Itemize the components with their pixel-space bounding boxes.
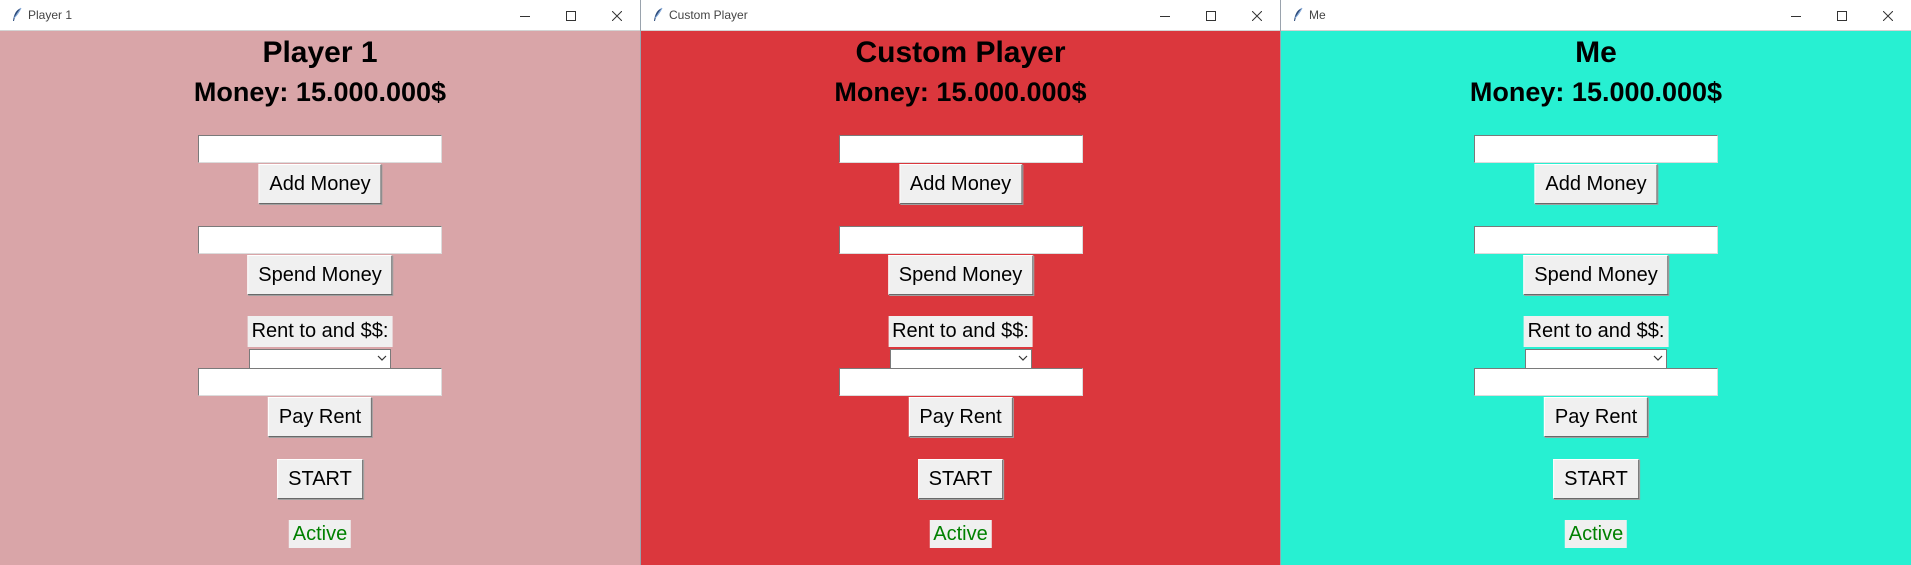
spend-money-input[interactable] bbox=[198, 226, 442, 254]
minimize-button[interactable] bbox=[1142, 0, 1188, 31]
chevron-down-icon bbox=[377, 355, 387, 361]
minimize-icon bbox=[520, 15, 530, 17]
window-content: Me Money: 15.000.000$ Add Money Spend Mo… bbox=[1281, 31, 1911, 565]
feather-icon bbox=[13, 7, 22, 21]
minimize-icon bbox=[1791, 15, 1801, 17]
add-money-button[interactable]: Add Money bbox=[1534, 164, 1658, 204]
player-window: Player 1 Player 1 Money: 15.000.000$ Add… bbox=[0, 0, 640, 565]
rent-amount-input[interactable] bbox=[838, 368, 1083, 396]
status-label: Active bbox=[288, 520, 352, 548]
status-label: Active bbox=[1564, 520, 1628, 548]
window-title: Player 1 bbox=[28, 8, 73, 22]
close-button[interactable] bbox=[1234, 0, 1280, 31]
maximize-icon bbox=[1837, 10, 1847, 21]
add-money-input[interactable] bbox=[1474, 135, 1718, 163]
spend-money-input[interactable] bbox=[838, 226, 1083, 254]
start-button[interactable]: START bbox=[917, 459, 1004, 499]
rent-label: Rent to and $$: bbox=[1523, 316, 1669, 347]
start-button[interactable]: START bbox=[1553, 459, 1639, 499]
pay-rent-button[interactable]: Pay Rent bbox=[267, 397, 373, 437]
player-window: Me Me Money: 15.000.000$ Add Money Spend… bbox=[1280, 0, 1911, 565]
window-title: Me bbox=[1309, 8, 1326, 22]
minimize-button[interactable] bbox=[1773, 0, 1819, 31]
minimize-button[interactable] bbox=[502, 0, 548, 31]
status-label: Active bbox=[929, 520, 992, 548]
spend-money-input[interactable] bbox=[1474, 226, 1718, 254]
close-button[interactable] bbox=[1865, 0, 1911, 31]
add-money-button[interactable]: Add Money bbox=[898, 164, 1023, 204]
player-window: Custom Player Custom Player Money: 15.00… bbox=[640, 0, 1280, 565]
rent-label: Rent to and $$: bbox=[888, 316, 1033, 347]
maximize-button[interactable] bbox=[548, 0, 594, 31]
money-display: Money: 15.000.000$ bbox=[834, 77, 1087, 107]
player-name: Custom Player bbox=[855, 36, 1066, 69]
window-content: Custom Player Money: 15.000.000$ Add Mon… bbox=[641, 31, 1280, 565]
maximize-button[interactable] bbox=[1819, 0, 1865, 31]
money-display: Money: 15.000.000$ bbox=[1469, 77, 1723, 107]
feather-icon bbox=[1294, 7, 1303, 21]
title-bar[interactable]: Me bbox=[1281, 0, 1911, 31]
close-button[interactable] bbox=[594, 0, 640, 31]
add-money-button[interactable]: Add Money bbox=[258, 164, 382, 204]
spend-money-button[interactable]: Spend Money bbox=[887, 255, 1034, 295]
chevron-down-icon bbox=[1018, 355, 1027, 361]
spend-money-button[interactable]: Spend Money bbox=[247, 255, 393, 295]
pay-rent-button[interactable]: Pay Rent bbox=[1543, 397, 1649, 437]
player-name: Player 1 bbox=[262, 36, 378, 69]
window-title: Custom Player bbox=[669, 8, 748, 22]
title-bar[interactable]: Player 1 bbox=[0, 0, 640, 31]
maximize-icon bbox=[566, 10, 576, 21]
maximize-button[interactable] bbox=[1188, 0, 1234, 31]
minimize-icon bbox=[1160, 15, 1170, 17]
rent-target-select[interactable] bbox=[889, 349, 1032, 369]
rent-amount-input[interactable] bbox=[1474, 368, 1718, 396]
add-money-input[interactable] bbox=[198, 135, 442, 163]
rent-amount-input[interactable] bbox=[198, 368, 442, 396]
money-display: Money: 15.000.000$ bbox=[193, 77, 447, 107]
rent-label: Rent to and $$: bbox=[247, 316, 393, 347]
close-icon bbox=[1883, 10, 1893, 21]
spend-money-button[interactable]: Spend Money bbox=[1523, 255, 1669, 295]
window-content: Player 1 Money: 15.000.000$ Add Money Sp… bbox=[0, 31, 640, 565]
rent-target-select[interactable] bbox=[249, 349, 391, 369]
rent-target-select[interactable] bbox=[1525, 349, 1667, 369]
player-name: Me bbox=[1575, 36, 1617, 69]
add-money-input[interactable] bbox=[838, 135, 1083, 163]
close-icon bbox=[612, 10, 622, 21]
pay-rent-button[interactable]: Pay Rent bbox=[908, 397, 1013, 437]
maximize-icon bbox=[1206, 10, 1216, 21]
title-bar[interactable]: Custom Player bbox=[641, 0, 1280, 31]
chevron-down-icon bbox=[1653, 355, 1663, 361]
close-icon bbox=[1252, 10, 1262, 21]
start-button[interactable]: START bbox=[277, 459, 363, 499]
feather-icon bbox=[654, 7, 663, 21]
